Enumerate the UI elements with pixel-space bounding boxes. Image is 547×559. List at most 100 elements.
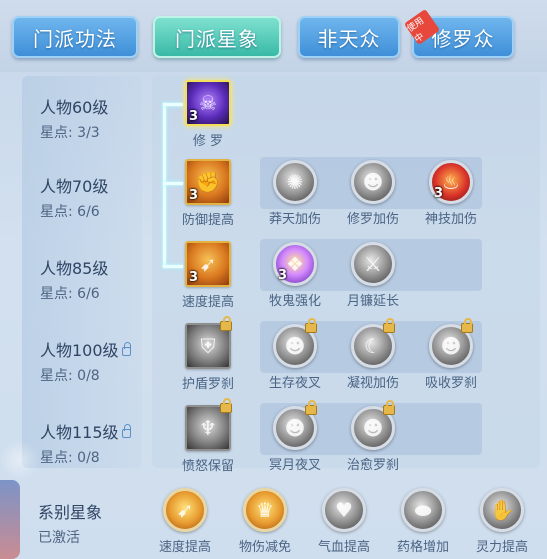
star-node-rage-keep[interactable]: ♆ 愤怒保留	[178, 398, 238, 474]
node-label: 牧鬼强化	[268, 294, 321, 309]
star-points: 星点: 0/8	[40, 450, 100, 466]
heal-beast-icon: ☻	[351, 400, 395, 450]
lock-icon	[305, 318, 317, 333]
speed-icon: ➹ 3	[185, 241, 231, 287]
star-node-moon-yaksha[interactable]: ☻ 冥月夜叉	[264, 400, 326, 473]
star-node-gaze-dmg[interactable]: ☾ 凝视加伤	[342, 318, 404, 391]
series-node-potion[interactable]: ⬬ 药格增加	[393, 488, 453, 555]
star-node-xiuluo[interactable]: ☠ 3 修 罗	[182, 80, 234, 149]
spirit-glyph: ✋	[489, 498, 515, 522]
star-node-speed[interactable]: ➹ 3 速度提高	[178, 241, 238, 310]
blade-icon: ⚔	[351, 242, 395, 286]
node-label: 愤怒保留	[181, 459, 234, 474]
star-node-heal-rakshasa[interactable]: ☻ 治愈罗刹	[342, 400, 404, 473]
tab-sect-stars[interactable]: 门派星象	[153, 16, 281, 58]
star-points: 星点: 0/8	[40, 368, 100, 384]
lock-icon	[383, 318, 395, 333]
shield-beast-icon: ⛨	[185, 316, 232, 369]
series-node-phys-reduce[interactable]: ♛ 物伤减免	[235, 488, 295, 555]
node-label: 冥月夜叉	[268, 458, 321, 473]
potion-glyph: ⬬	[414, 498, 432, 522]
demon-icon: ☠ 3	[185, 80, 231, 126]
tree-line	[163, 103, 183, 106]
level-label: 人物60级	[40, 98, 109, 117]
node-label: 灵力提高	[475, 540, 528, 555]
node-level: 3	[434, 186, 444, 201]
star-node-defense[interactable]: ✊ 3 防御提高	[178, 159, 238, 228]
arm-icon: ✊ 3	[185, 159, 231, 205]
node-label: 莽天加伤	[268, 212, 321, 227]
speed-glyph: ➹	[176, 498, 194, 522]
lock-icon	[461, 318, 473, 333]
node-label: 月镰延长	[346, 294, 399, 309]
guard-icon: ♛	[243, 488, 287, 532]
star-node-shield-rakshasa[interactable]: ⛨ 护盾罗刹	[178, 316, 238, 392]
row-level-100: 人物100级 星点: 0/8	[40, 337, 131, 385]
speed-icon: ➹	[163, 488, 207, 532]
node-label: 修罗加伤	[346, 212, 399, 227]
node-label: 物伤减免	[238, 540, 291, 555]
node-label: 防御提高	[181, 213, 234, 228]
demon-face-glyph: ☻	[362, 170, 384, 194]
tab-sect-skills[interactable]: 门派功法	[12, 16, 138, 58]
row-level-115: 人物115级 星点: 0/8	[40, 419, 131, 467]
node-label: 凝视加伤	[346, 376, 399, 391]
star-points: 星点: 6/6	[40, 204, 100, 220]
shield-glyph: ⛨	[200, 334, 216, 358]
rage-icon: ♆	[185, 398, 232, 451]
star-node-divine-dmg[interactable]: ♨ 3 神技加伤	[420, 160, 482, 227]
star-node-survive-yaksha[interactable]: ☻ 生存夜叉	[264, 318, 326, 391]
node-level: 3	[189, 270, 199, 285]
star-node-moon-scythe[interactable]: ⚔ 月镰延长	[342, 242, 404, 309]
node-label: 神技加伤	[424, 212, 477, 227]
row-level-85: 人物85级 星点: 6/6	[40, 255, 108, 303]
lock-icon	[121, 341, 131, 356]
node-label: 护盾罗刹	[181, 377, 234, 392]
crescent-glyph: ☾	[364, 334, 382, 358]
lock-icon	[305, 400, 317, 415]
node-label: 吸收罗刹	[424, 376, 477, 391]
series-node-spirit[interactable]: ✋ 灵力提高	[472, 488, 532, 555]
storm-glyph: ✺	[286, 170, 304, 194]
storm-icon: ✺	[273, 160, 317, 204]
node-label: 治愈罗刹	[346, 458, 399, 473]
lock-icon	[220, 316, 232, 331]
heart-glyph: ♥	[335, 498, 353, 522]
chest-icon: ❖ 3	[273, 242, 317, 286]
row-level-60: 人物60级 星点: 3/3	[40, 94, 108, 142]
blade-glyph: ⚔	[364, 252, 382, 276]
lock-icon	[220, 398, 232, 413]
row-level-70: 人物70级 星点: 6/6	[40, 173, 108, 221]
node-level: 3	[278, 268, 288, 283]
cloud-decoration	[0, 440, 40, 480]
heart-icon: ♥	[322, 488, 366, 532]
star-node-mangtian[interactable]: ✺ 莽天加伤	[264, 160, 326, 227]
absorb-icon: ☻	[429, 318, 473, 368]
star-node-xiuluo-dmg[interactable]: ☻ 修罗加伤	[342, 160, 404, 227]
demon-face-icon: ☻	[351, 160, 395, 204]
series-node-hp[interactable]: ♥ 气血提高	[314, 488, 374, 555]
node-level: 3	[189, 109, 199, 124]
yaksha-icon: ☻	[273, 318, 317, 368]
lock-icon	[121, 423, 131, 438]
potion-icon: ⬬	[401, 488, 445, 532]
level-label: 人物70级	[40, 177, 109, 196]
tree-line	[163, 103, 166, 267]
flame-beast-icon: ♨ 3	[429, 160, 473, 204]
series-stars-label: 系别星象 已激活	[38, 499, 102, 547]
node-label: 速度提高	[158, 540, 211, 555]
lock-icon	[383, 400, 395, 415]
level-label-wrap: 人物115级	[40, 419, 131, 443]
star-node-absorb-rakshasa[interactable]: ☻ 吸收罗刹	[420, 318, 482, 391]
series-node-speed[interactable]: ➹ 速度提高	[155, 488, 215, 555]
star-points: 星点: 3/3	[40, 125, 100, 141]
star-node-mugui[interactable]: ❖ 3 牧鬼强化	[264, 242, 326, 309]
level-label: 人物115级	[40, 423, 119, 442]
node-level: 3	[189, 188, 199, 203]
tab-feitian[interactable]: 非天众	[298, 16, 400, 58]
node-label: 气血提高	[317, 540, 370, 555]
node-label: 药格增加	[396, 540, 449, 555]
rage-glyph: ♆	[199, 416, 217, 440]
series-title: 系别星象	[38, 503, 103, 522]
yaksha-glyph: ☻	[284, 416, 306, 440]
